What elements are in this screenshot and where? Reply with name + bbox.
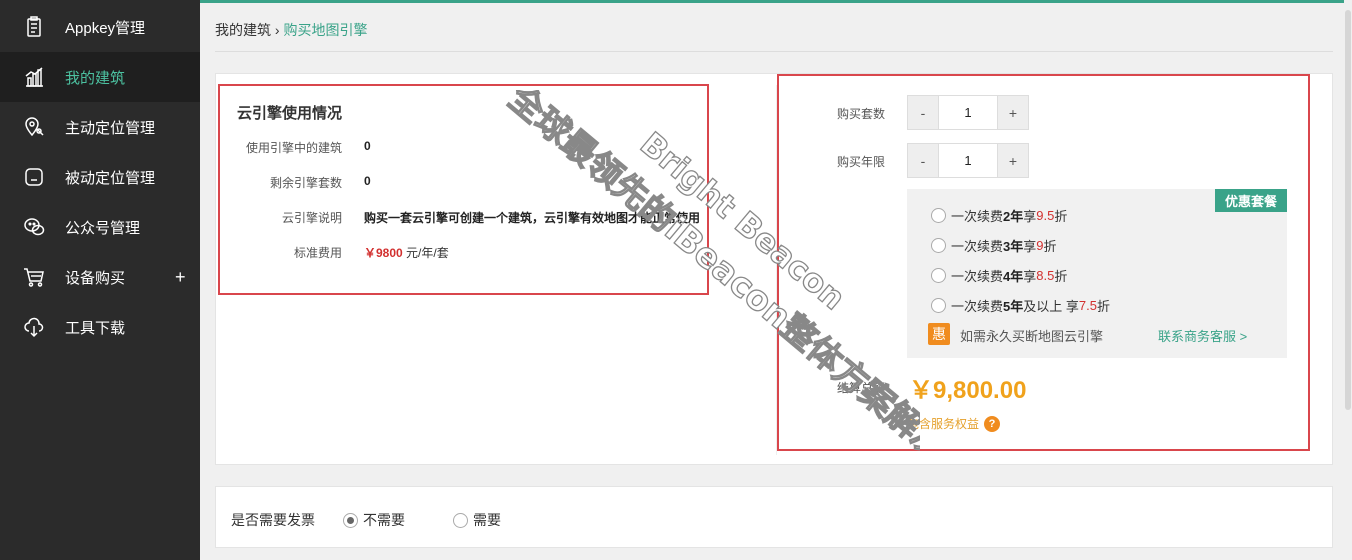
years-stepper: - 1 +	[907, 143, 1029, 178]
sets-minus-button[interactable]: -	[908, 96, 938, 129]
invoice-option-no[interactable]: 不需要	[343, 510, 405, 530]
sidebar-item-active-location[interactable]: 主动定位管理	[0, 102, 200, 152]
promo-option-5y[interactable]: 一次续费 5年 及以上 享 7.5 折	[931, 296, 1110, 315]
sidebar-item-wechat[interactable]: 公众号管理	[0, 202, 200, 252]
sidebar-item-label: 主动定位管理	[65, 119, 156, 137]
promo-text: 一次续费	[951, 239, 1004, 254]
sidebar-item-passive-location[interactable]: 被动定位管理	[0, 152, 200, 202]
promo-text: 一次续费	[951, 209, 1004, 224]
usage-title: 云引擎使用情况	[237, 105, 343, 122]
total-value: ￥9,800.00	[909, 377, 1027, 404]
sidebar-item-tool-download[interactable]: 工具下载	[0, 302, 200, 352]
invoice-label: 是否需要发票	[231, 512, 315, 528]
radio-checked-icon[interactable]	[343, 512, 358, 528]
benefits-link[interactable]: 包含服务权益 ?	[907, 415, 1001, 432]
promo-years: 5年	[1003, 299, 1024, 314]
total-label: 结算总额	[836, 381, 885, 395]
usage-value-price: ￥9800 元/年/套	[364, 244, 449, 261]
promo-text: 一次续费	[951, 299, 1004, 314]
promo-years: 2年	[1003, 209, 1024, 224]
promo-option-3y[interactable]: 一次续费 3年 享9折	[931, 236, 1057, 255]
radio-icon[interactable]	[931, 208, 946, 223]
years-label: 购买年限	[836, 155, 885, 169]
device-tag-icon	[22, 165, 46, 189]
promo-years: 4年	[1003, 269, 1024, 284]
invoice-option-label: 需要	[473, 512, 501, 528]
usage-value-description: 购买一套云引擎可创建一个建筑，云引擎有效地图才能正常使用	[364, 211, 701, 225]
sidebar-item-my-buildings[interactable]: 我的建筑	[0, 52, 200, 102]
clipboard-icon	[22, 15, 46, 39]
scrollbar-thumb[interactable]	[1345, 10, 1351, 410]
breadcrumb-divider	[215, 51, 1333, 52]
price-number: ￥9800	[364, 246, 403, 260]
promo-text: 一次续费	[951, 269, 1004, 284]
promo-text: 折	[1054, 269, 1068, 284]
sidebar-item-label: Appkey管理	[65, 19, 146, 37]
promo-text: 折	[1043, 239, 1057, 254]
sidebar-item-label: 公众号管理	[65, 219, 141, 237]
promo-text: 及以上 享	[1023, 299, 1079, 314]
invoice-option-yes[interactable]: 需要	[453, 510, 501, 530]
sidebar-item-device-purchase[interactable]: 设备购买 +	[0, 252, 200, 302]
years-input[interactable]: 1	[938, 144, 998, 177]
cart-icon	[22, 265, 46, 289]
usage-label-buildings: 使用引擎中的建筑	[245, 141, 342, 155]
promo-discount: 7.5	[1078, 298, 1097, 313]
radio-icon[interactable]	[931, 268, 946, 283]
promo-text: 享	[1023, 209, 1037, 224]
promo-badge: 优惠套餐	[1215, 189, 1287, 212]
radio-icon[interactable]	[453, 512, 468, 528]
invoice-option-label: 不需要	[363, 512, 405, 528]
promo-text: 享	[1023, 239, 1037, 254]
promo-text: 享	[1023, 269, 1037, 284]
usage-label-description: 云引擎说明	[281, 211, 342, 225]
price-unit: 元/年/套	[402, 246, 449, 260]
breadcrumb-parent[interactable]: 我的建筑	[215, 22, 271, 38]
discount-hui-icon: 惠	[928, 323, 950, 345]
radio-icon[interactable]	[931, 238, 946, 253]
sets-label: 购买套数	[836, 107, 885, 121]
building-chart-icon	[22, 65, 46, 89]
radio-icon[interactable]	[931, 298, 946, 313]
years-minus-button[interactable]: -	[908, 144, 938, 177]
expand-plus-icon[interactable]: +	[175, 267, 186, 288]
sets-plus-button[interactable]: +	[998, 96, 1028, 129]
sidebar-item-label: 工具下载	[65, 319, 126, 337]
sets-input[interactable]: 1	[938, 96, 998, 129]
promo-years: 3年	[1003, 239, 1024, 254]
benefits-label[interactable]: 包含服务权益	[907, 415, 979, 432]
sidebar-item-appkey[interactable]: Appkey管理	[0, 2, 200, 52]
cloud-download-icon	[22, 315, 46, 339]
location-pin-icon	[22, 115, 46, 139]
usage-value-remaining: 0	[364, 174, 371, 188]
promo-text: 折	[1096, 299, 1110, 314]
breadcrumb-current: 购买地图引擎	[283, 22, 368, 38]
usage-label-price: 标准费用	[293, 246, 342, 260]
promo-option-2y[interactable]: 一次续费 2年 享 9.5 折	[931, 206, 1067, 225]
help-question-icon[interactable]: ?	[984, 415, 1001, 432]
breadcrumb-separator: ›	[271, 22, 284, 38]
promo-discount: 8.5	[1036, 268, 1055, 283]
contact-sales-link[interactable]: 联系商务客服 >	[1158, 326, 1247, 345]
promo-option-4y[interactable]: 一次续费 4年 享 8.5 折	[931, 266, 1067, 285]
sidebar-item-label: 我的建筑	[65, 69, 126, 87]
sets-stepper: - 1 +	[907, 95, 1029, 130]
usage-label-remaining: 剩余引擎套数	[269, 176, 342, 190]
breadcrumb: 我的建筑 › 购买地图引擎	[215, 20, 367, 40]
promo-text: 折	[1054, 209, 1068, 224]
sidebar-item-label: 被动定位管理	[65, 169, 156, 187]
top-accent-line	[200, 0, 1352, 3]
years-plus-button[interactable]: +	[998, 144, 1028, 177]
usage-value-buildings: 0	[364, 139, 371, 153]
promo-discount: 9.5	[1036, 208, 1055, 223]
wechat-icon	[22, 215, 46, 239]
sidebar-item-label: 设备购买	[65, 269, 126, 287]
buyout-text: 如需永久买断地图云引擎	[960, 329, 1104, 344]
promo-discount: 9	[1036, 238, 1044, 253]
